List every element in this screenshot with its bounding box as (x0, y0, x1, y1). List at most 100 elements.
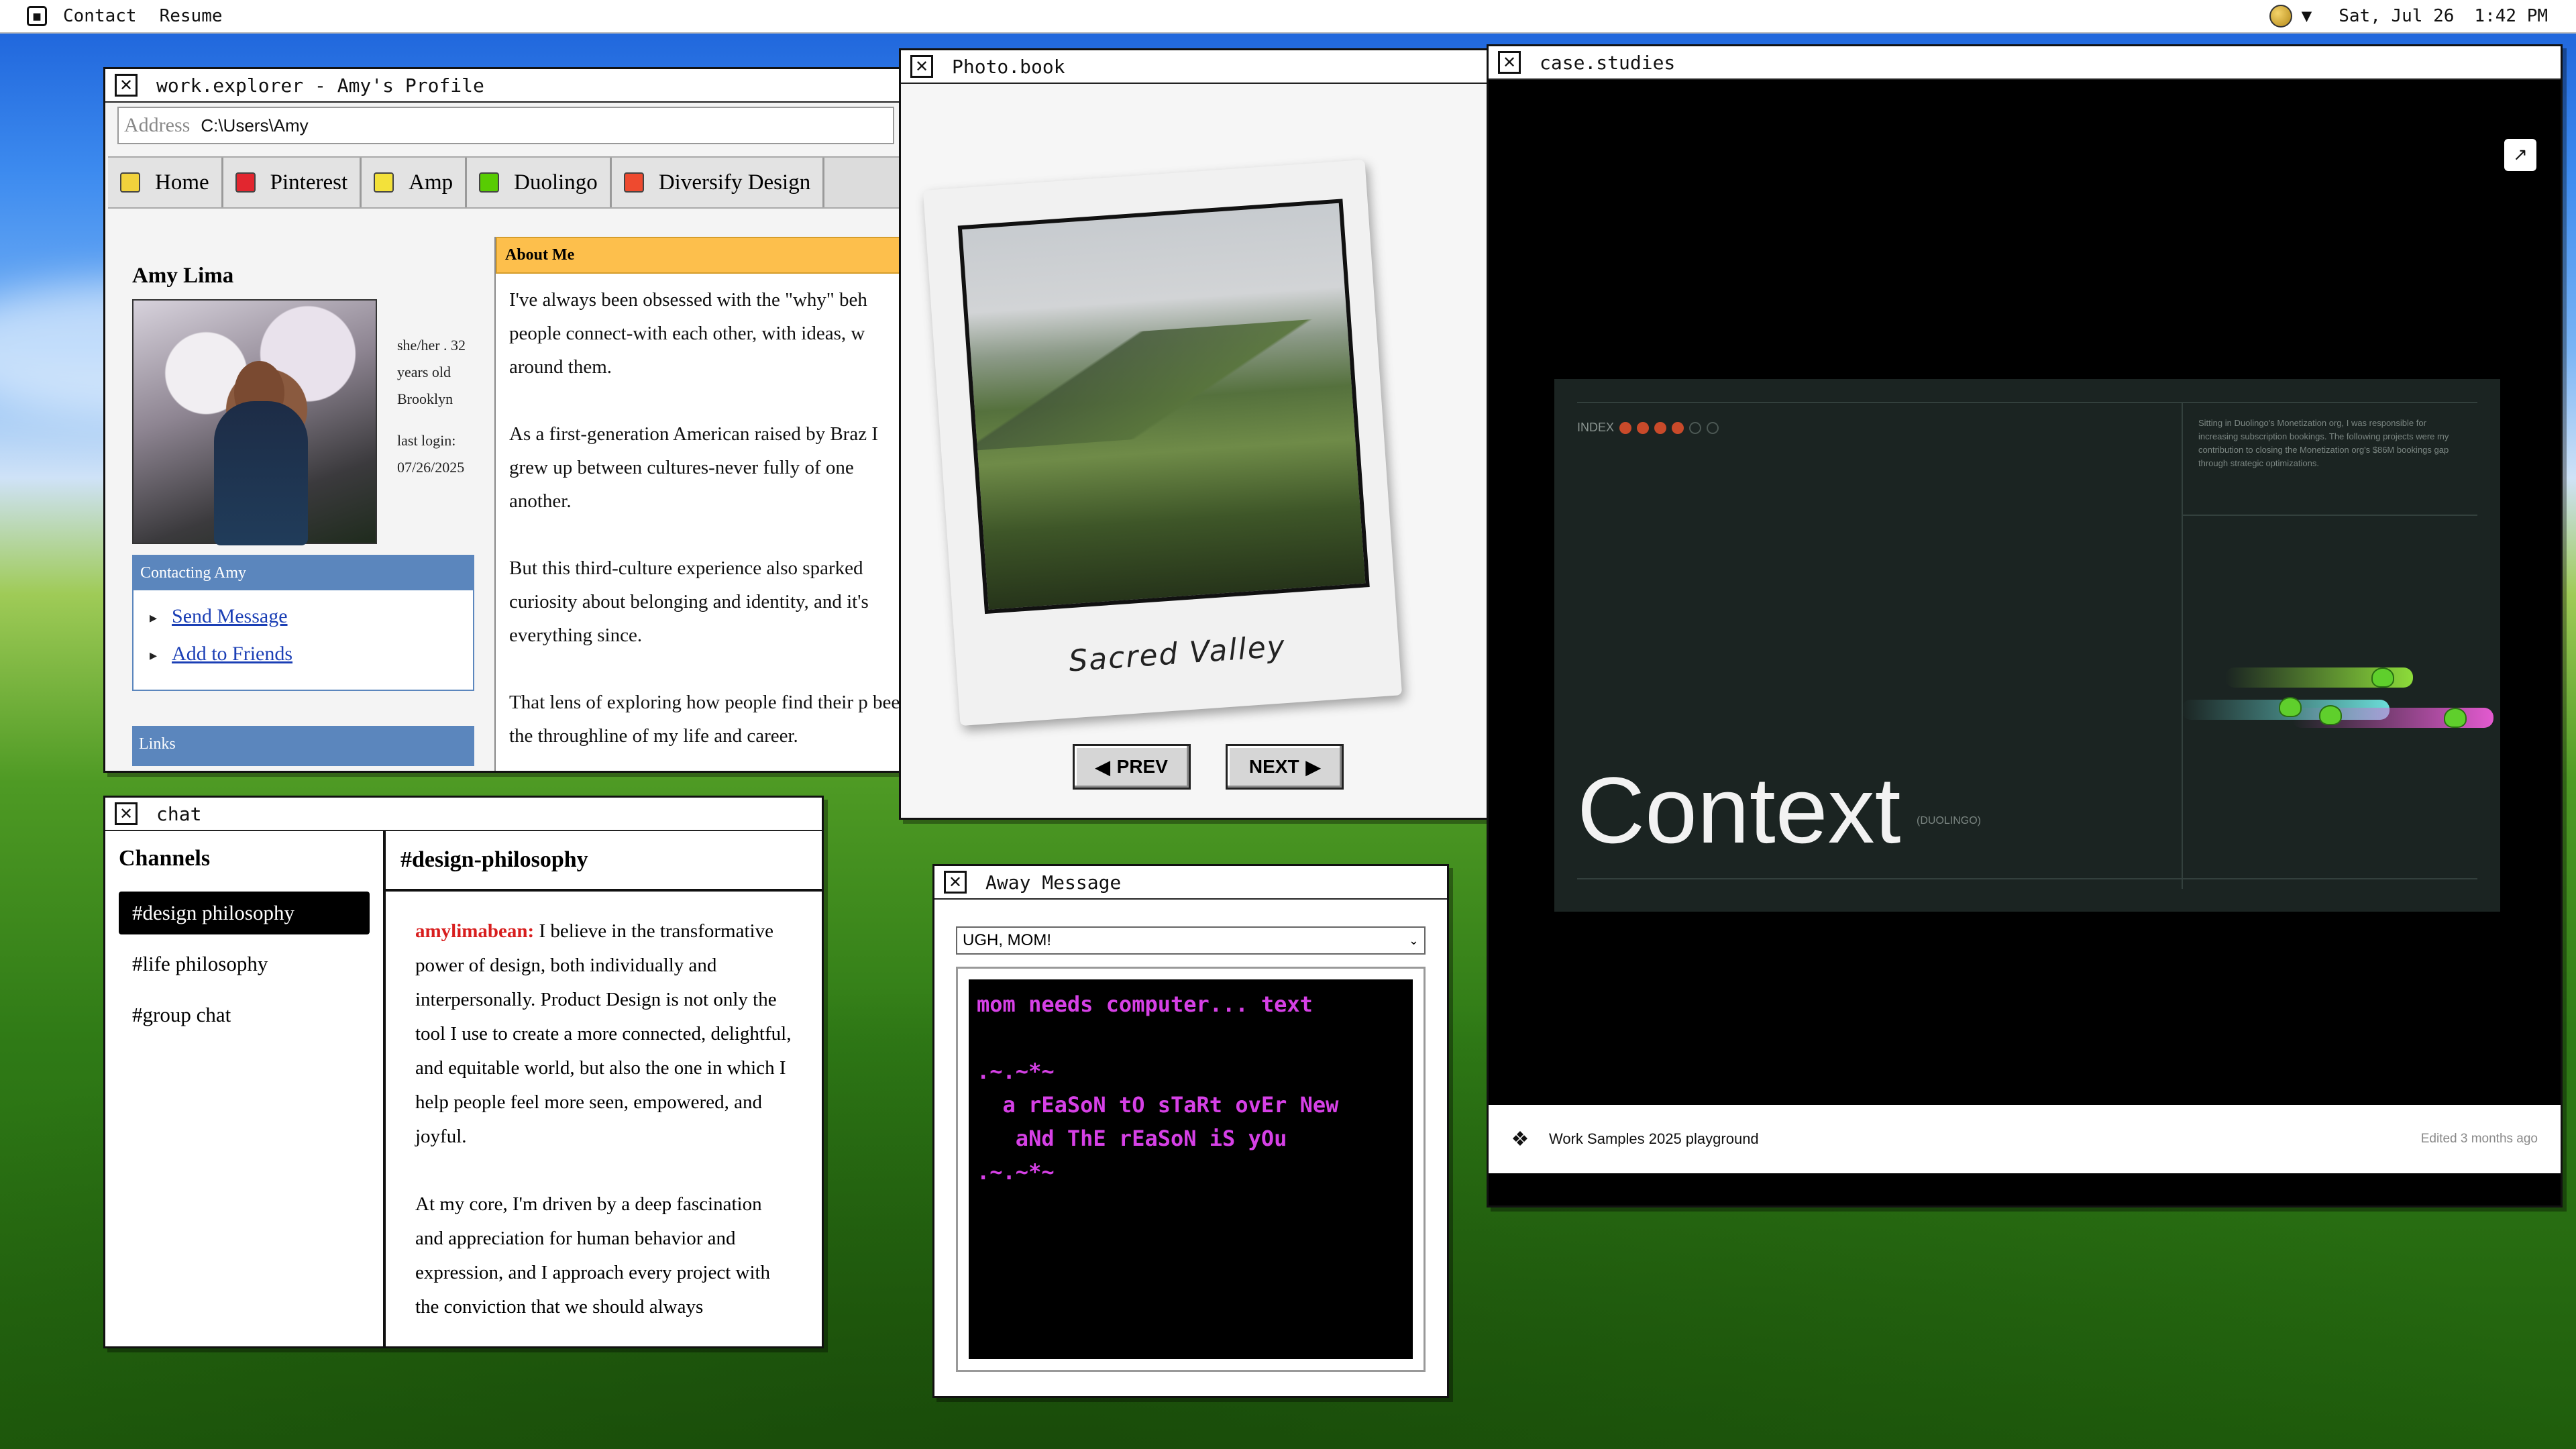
menubar-time: 1:42 PM (2474, 6, 2548, 26)
photobook-titlebar[interactable]: ✕ Photo.book (901, 50, 1493, 84)
polaroid-photo: Sacred Valley (922, 159, 1403, 727)
links-header: Links (132, 726, 474, 766)
about-paragraph: I've always been obsessed with the "why"… (509, 289, 867, 378)
slide-index: INDEX (1577, 421, 1719, 435)
contact-list: Send Message Add to Friends (133, 590, 473, 690)
profile-meta: she/her . 32 years old Brooklyn last log… (397, 332, 478, 481)
next-arrow-icon: ▶ (1305, 756, 1321, 777)
bookmark-diversify-design[interactable]: Diversify Design (611, 158, 825, 207)
photobook-window: ✕ Photo.book Sacred Valley ◀ PREV NEXT ▶ (899, 48, 1495, 820)
slide: INDEX Sitting in Duolingo's Monetization… (1554, 379, 2500, 912)
window-title: case.studies (1540, 51, 1676, 74)
menu-item-contact[interactable]: Contact (63, 6, 137, 26)
away-line: .~.~*~ (977, 1059, 1055, 1084)
edited-time: Edited 3 months ago (2420, 1132, 2538, 1146)
duolingo-icon (479, 172, 500, 193)
figma-footer: ❖ Work Samples 2025 playground Edited 3 … (1489, 1105, 2561, 1173)
window-title: Away Message (985, 871, 1122, 894)
figma-icon: ❖ (1511, 1128, 1529, 1150)
close-icon[interactable]: ✕ (944, 871, 967, 894)
list-item: Send Message (150, 605, 473, 628)
about-paragraph: But this third-culture experience also s… (509, 557, 869, 646)
index-dot (1707, 421, 1719, 434)
slide-heading: Context (1577, 757, 1901, 863)
about-paragraph: That lens of exploring how people find t… (509, 692, 908, 747)
photo-figure (214, 401, 308, 545)
bookmark-label: Amp (409, 170, 453, 195)
channel-header: #design-philosophy (386, 831, 822, 892)
window-title: chat (156, 802, 202, 825)
away-line: aNd ThE rEaSoN iS yOu (977, 1126, 1287, 1151)
bookmark-label: Diversify Design (658, 170, 811, 195)
chat-main: #design-philosophy amylimabean: I believ… (386, 831, 822, 1346)
explorer-titlebar[interactable]: ✕ work.explorer - Amy's Profile (105, 69, 906, 103)
folder-icon (120, 172, 140, 193)
tray-globe-icon[interactable] (2269, 5, 2292, 28)
away-message-select[interactable]: UGH, MOM! ⌄ (956, 926, 1426, 955)
message-text: I believe in the transformative power of… (415, 920, 792, 1147)
about-header: About Me (496, 237, 906, 274)
meta-pronouns: she/her . 32 (397, 337, 466, 354)
case-studies-window: ✕ case.studies ↗ INDEX Sitting in Duolin… (1487, 44, 2563, 1208)
bookmark-duolingo[interactable]: Duolingo (467, 158, 612, 207)
meta-age: years old (397, 364, 451, 380)
address-bar[interactable]: Address C:\Users\Amy (117, 107, 894, 144)
away-message-window: ✕ Away Message UGH, MOM! ⌄ mom needs com… (932, 864, 1449, 1398)
away-line: .~.~*~ (977, 1159, 1055, 1185)
dropdown-arrow-icon[interactable]: ▼ (2302, 6, 2312, 26)
computer-icon[interactable]: ■ (27, 6, 47, 26)
diversify-design-icon (623, 172, 644, 193)
away-line: a rEaSoN tO sTaRt ovEr New (977, 1092, 1339, 1118)
contact-header: Contacting Amy (133, 556, 473, 590)
channels-title: Channels (119, 846, 211, 871)
away-line: mom needs computer... text (977, 991, 1313, 1017)
file-title[interactable]: Work Samples 2025 playground (1549, 1130, 1759, 1148)
chat-window: ✕ chat Channels #design philosophy #life… (103, 796, 824, 1348)
message-author[interactable]: amylimabean: (415, 920, 534, 942)
photo-nav: ◀ PREV NEXT ▶ (1073, 744, 1344, 790)
message: amylimabean: I believe in the transforma… (415, 914, 792, 1154)
meta-location: Brooklyn (397, 390, 453, 407)
close-icon[interactable]: ✕ (115, 802, 138, 825)
bookmark-label: Home (155, 170, 209, 195)
photo-caption: Sacred Valley (1067, 629, 1287, 679)
close-icon[interactable]: ✕ (115, 74, 138, 97)
channel-life-philosophy[interactable]: #life philosophy (119, 943, 370, 985)
last-login-value: 07/26/2025 (397, 459, 465, 476)
index-dot (1637, 421, 1650, 434)
expand-icon[interactable]: ↗ (2504, 139, 2536, 171)
channel-design-philosophy[interactable]: #design philosophy (119, 892, 370, 934)
case-titlebar[interactable]: ✕ case.studies (1489, 46, 2561, 80)
channel-list: Channels #design philosophy #life philos… (105, 831, 386, 1346)
about-body: I've always been obsessed with the "why"… (496, 274, 908, 771)
bookmark-label: Pinterest (270, 170, 348, 195)
next-label: NEXT (1248, 756, 1299, 777)
away-titlebar[interactable]: ✕ Away Message (934, 866, 1447, 900)
add-to-friends-link[interactable]: Add to Friends (172, 643, 292, 665)
close-icon[interactable]: ✕ (1498, 51, 1521, 74)
profile-panel: Amy Lima she/her . 32 years old Brooklyn… (132, 197, 474, 766)
chat-titlebar[interactable]: ✕ chat (105, 798, 822, 831)
channel-group-chat[interactable]: #group chat (119, 994, 370, 1036)
away-message-text[interactable]: mom needs computer... text .~.~*~ a rEaS… (969, 979, 1413, 1359)
menu-bar: ■ Contact Resume ▼ Sat, Jul 26 1:42 PM (0, 0, 2576, 34)
address-input[interactable]: C:\Users\Amy (201, 115, 308, 136)
bookmark-label: Duolingo (514, 170, 598, 195)
window-title: Photo.book (952, 55, 1065, 78)
prev-button[interactable]: ◀ PREV (1073, 744, 1191, 790)
prev-label: PREV (1116, 756, 1168, 777)
index-dot (1654, 421, 1667, 434)
index-label: INDEX (1577, 421, 1615, 434)
prev-arrow-icon: ◀ (1095, 756, 1110, 777)
next-button[interactable]: NEXT ▶ (1226, 744, 1344, 790)
explorer-window: ✕ work.explorer - Amy's Profile Address … (103, 67, 908, 773)
chevron-down-icon: ⌄ (1408, 933, 1419, 947)
menu-item-resume[interactable]: Resume (160, 6, 223, 26)
slide-note: Sitting in Duolingo's Monetization org, … (2198, 418, 2449, 468)
send-message-link[interactable]: Send Message (172, 605, 287, 627)
contact-box: Contacting Amy Send Message Add to Frien… (132, 555, 474, 691)
profile-photo (132, 299, 377, 545)
close-icon[interactable]: ✕ (910, 55, 933, 78)
window-title: work.explorer - Amy's Profile (156, 74, 484, 97)
address-label: Address (124, 114, 191, 136)
